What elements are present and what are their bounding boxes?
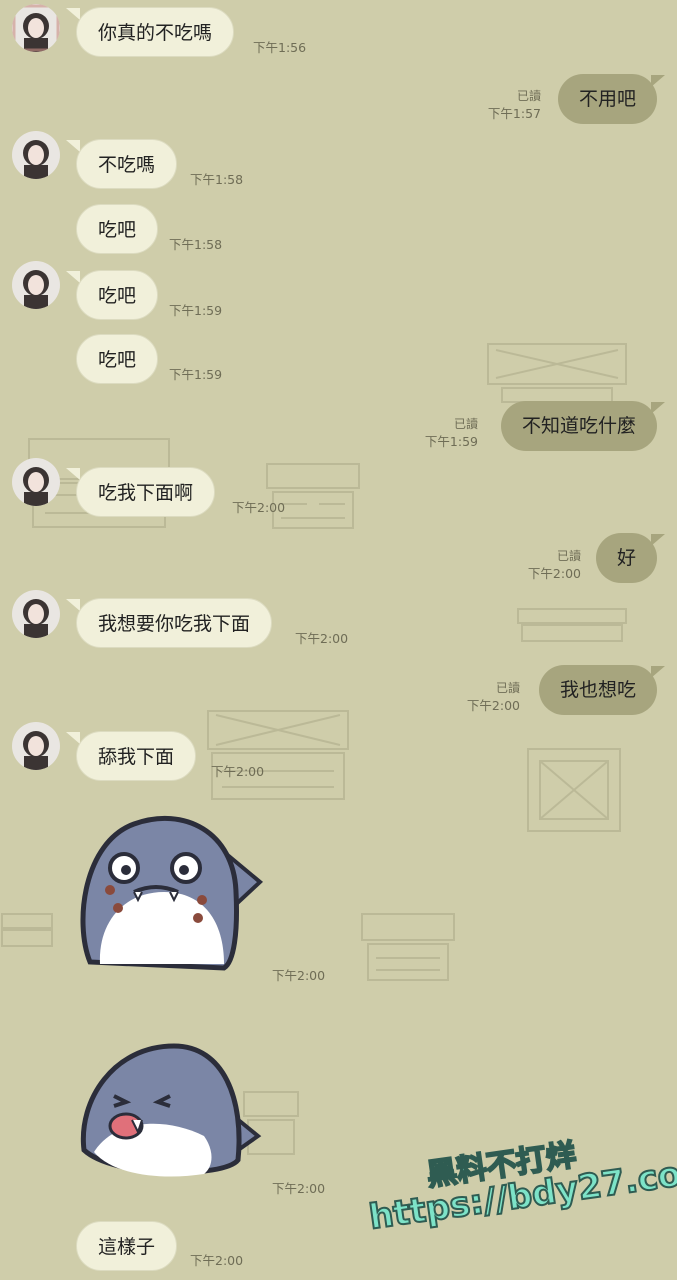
read-receipt: 已讀 [453,417,478,431]
contact-avatar[interactable] [12,458,60,506]
message-bubble-outgoing[interactable]: 我也想吃 [538,665,657,715]
shark-worried-sticker[interactable] [74,812,264,972]
contact-avatar[interactable] [12,590,60,638]
message-bubble-incoming[interactable]: 這樣子 [76,1221,178,1271]
shark-tongue-sticker[interactable] [74,1040,264,1180]
message-timestamp: 下午1:58 [190,172,244,187]
contact-avatar[interactable] [12,722,60,770]
message-timestamp: 下午2:00 [295,631,349,646]
message-timestamp: 下午2:00 [272,1181,326,1196]
message-timestamp: 下午1:59 [424,434,478,449]
message-timestamp: 下午2:00 [190,1253,244,1268]
message-timestamp: 下午2:00 [527,566,581,581]
message-timestamp: 下午1:57 [487,106,541,121]
read-receipt: 已讀 [516,89,541,103]
message-bubble-incoming[interactable]: 吃我下面啊 [76,467,216,517]
background-house-illustration [266,463,360,529]
background-house-illustration [361,913,455,981]
message-timestamp: 下午2:00 [272,968,326,983]
message-timestamp: 下午1:58 [169,237,223,252]
message-bubble-incoming[interactable]: 吃吧 [76,334,159,384]
message-bubble-outgoing[interactable]: 不知道吃什麼 [500,401,657,451]
message-timestamp: 下午1:59 [169,303,223,318]
contact-avatar[interactable] [12,4,60,52]
contact-avatar[interactable] [12,131,60,179]
message-timestamp: 下午1:59 [169,367,223,382]
message-bubble-outgoing[interactable]: 好 [595,533,657,583]
message-bubble-incoming[interactable]: 你真的不吃嗎 [76,7,235,57]
background-house-illustration [487,343,627,403]
message-timestamp: 下午2:00 [232,500,286,515]
background-house-illustration [207,710,349,800]
message-bubble-incoming[interactable]: 不吃嗎 [76,139,178,189]
message-bubble-incoming[interactable]: 舔我下面 [76,731,197,781]
message-bubble-outgoing[interactable]: 不用吧 [557,74,657,124]
message-timestamp: 下午2:00 [466,698,520,713]
message-bubble-incoming[interactable]: 吃吧 [76,204,159,254]
contact-avatar[interactable] [12,261,60,309]
read-receipt: 已讀 [556,549,581,563]
background-house-illustration [1,913,53,947]
message-timestamp: 下午1:56 [253,40,307,55]
background-house-illustration [517,608,627,642]
read-receipt: 已讀 [495,681,520,695]
message-bubble-incoming[interactable]: 吃吧 [76,270,159,320]
background-garden-illustration [527,748,621,832]
message-bubble-incoming[interactable]: 我想要你吃我下面 [76,598,273,648]
message-timestamp: 下午2:00 [211,764,265,779]
